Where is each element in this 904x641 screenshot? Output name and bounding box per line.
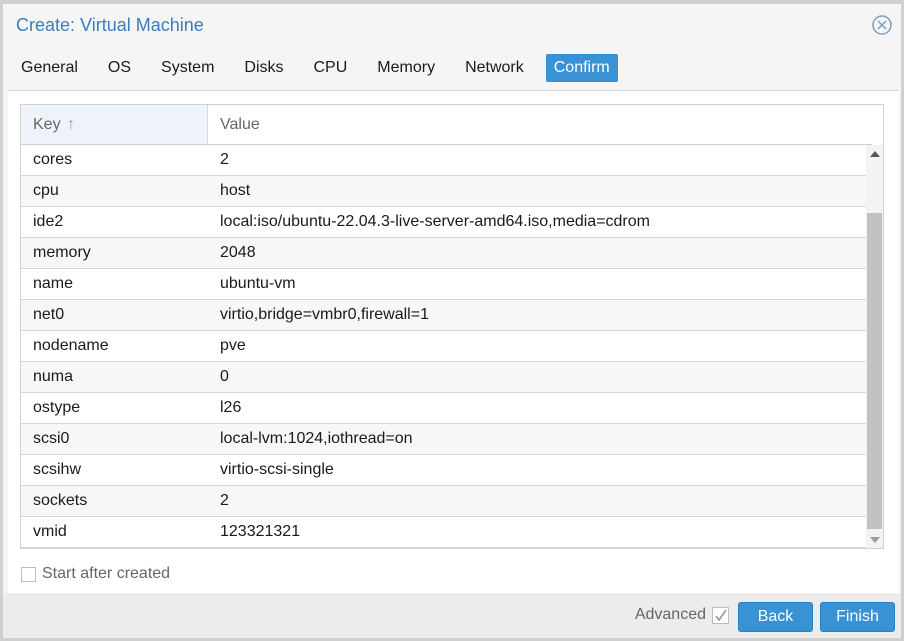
table-row[interactable]: ide2 local:iso/ubuntu-22.04.3-live-server… xyxy=(21,207,874,238)
tab-general[interactable]: General xyxy=(13,54,86,82)
table-row[interactable]: cpu host xyxy=(21,176,874,207)
close-button[interactable] xyxy=(871,14,893,36)
scroll-down-arrow-icon[interactable] xyxy=(866,531,883,548)
table-row[interactable]: memory 2048 xyxy=(21,238,874,269)
column-header-value[interactable]: Value xyxy=(208,105,874,144)
close-circle-icon xyxy=(872,15,892,35)
column-key-label: Key xyxy=(33,116,61,133)
row-value: 123321321 xyxy=(220,523,301,540)
row-key: name xyxy=(33,275,74,292)
checkmark-icon xyxy=(715,609,727,621)
dialog-footer: Advanced Back Finish xyxy=(3,593,901,638)
back-button[interactable]: Back xyxy=(738,602,813,632)
table-row[interactable]: sockets 2 xyxy=(21,486,874,517)
row-key: net0 xyxy=(33,306,65,323)
row-key: ide2 xyxy=(33,213,64,230)
row-value: virtio-scsi-single xyxy=(220,461,334,478)
row-value: 2048 xyxy=(220,244,256,261)
vertical-scrollbar[interactable] xyxy=(866,145,883,548)
scroll-up-arrow-icon[interactable] xyxy=(866,145,883,162)
row-key: numa xyxy=(33,368,74,385)
row-value: 0 xyxy=(220,368,229,385)
summary-grid: Key ↑ Value cores 2 cpu host ide2 local:iso… xyxy=(20,104,884,549)
row-value: local:iso/ubuntu-22.04.3-live-server-amd… xyxy=(220,213,650,230)
row-key: scsihw xyxy=(33,461,82,478)
row-value: local-lvm:1024,iothread=on xyxy=(220,430,413,447)
row-key: cores xyxy=(33,151,73,168)
scrollbar-thumb[interactable] xyxy=(867,213,882,529)
row-key: ostype xyxy=(33,399,81,416)
tab-memory[interactable]: Memory xyxy=(369,54,443,82)
row-value: pve xyxy=(220,337,246,354)
table-row[interactable]: net0 virtio,bridge=vmbr0,firewall=1 xyxy=(21,300,874,331)
create-vm-dialog: Create: Virtual Machine General OS Syste… xyxy=(0,0,904,641)
advanced-checkbox[interactable] xyxy=(712,606,729,624)
table-row[interactable]: ostype l26 xyxy=(21,393,874,424)
header-filler xyxy=(872,105,883,145)
row-key: cpu xyxy=(33,182,59,199)
table-row[interactable]: nodename pve xyxy=(21,331,874,362)
tab-confirm[interactable]: Confirm xyxy=(545,54,618,82)
row-value: virtio,bridge=vmbr0,firewall=1 xyxy=(220,306,429,323)
table-row[interactable]: vmid 123321321 xyxy=(21,517,874,548)
table-row[interactable]: cores 2 xyxy=(21,145,874,176)
finish-button[interactable]: Finish xyxy=(820,602,895,632)
table-row[interactable]: numa 0 xyxy=(21,362,874,393)
tab-disks[interactable]: Disks xyxy=(236,54,291,82)
row-value: host xyxy=(220,182,251,199)
arrow-up-icon: ↑ xyxy=(67,116,76,133)
grid-rows: cores 2 cpu host ide2 local:iso/ubuntu-22.0… xyxy=(21,145,874,548)
advanced-label: Advanced xyxy=(634,606,706,623)
confirm-panel: Key ↑ Value cores 2 cpu host ide2 local:iso… xyxy=(8,90,899,595)
table-row[interactable]: name ubuntu-vm xyxy=(21,269,874,300)
row-value: 2 xyxy=(220,151,229,168)
table-row[interactable]: scsi0 local-lvm:1024,iothread=on xyxy=(21,424,874,455)
dialog-header: Create: Virtual Machine xyxy=(3,4,901,46)
advanced-toggle[interactable]: Advanced xyxy=(635,606,729,624)
row-value: l26 xyxy=(220,399,242,416)
wizard-tabs: General OS System Disks CPU Memory Netwo… xyxy=(13,54,632,84)
start-after-created-checkbox[interactable] xyxy=(21,566,36,582)
column-header-key[interactable]: Key ↑ xyxy=(21,105,208,144)
row-key: sockets xyxy=(33,492,88,509)
tab-network[interactable]: Network xyxy=(457,54,532,82)
row-key: memory xyxy=(33,244,91,261)
grid-header: Key ↑ Value xyxy=(21,105,874,145)
table-row[interactable]: scsihw virtio-scsi-single xyxy=(21,455,874,486)
row-value: ubuntu-vm xyxy=(220,275,296,292)
row-key: vmid xyxy=(33,523,67,540)
row-key: scsi0 xyxy=(33,430,70,447)
start-after-created-label: Start after created xyxy=(42,565,171,582)
row-key: nodename xyxy=(33,337,109,354)
tab-os[interactable]: OS xyxy=(100,54,139,82)
start-after-created-option[interactable]: Start after created xyxy=(21,565,170,583)
row-value: 2 xyxy=(220,492,229,509)
dialog-title: Create: Virtual Machine xyxy=(16,15,204,35)
tab-cpu[interactable]: CPU xyxy=(306,54,356,82)
tab-system[interactable]: System xyxy=(153,54,222,82)
